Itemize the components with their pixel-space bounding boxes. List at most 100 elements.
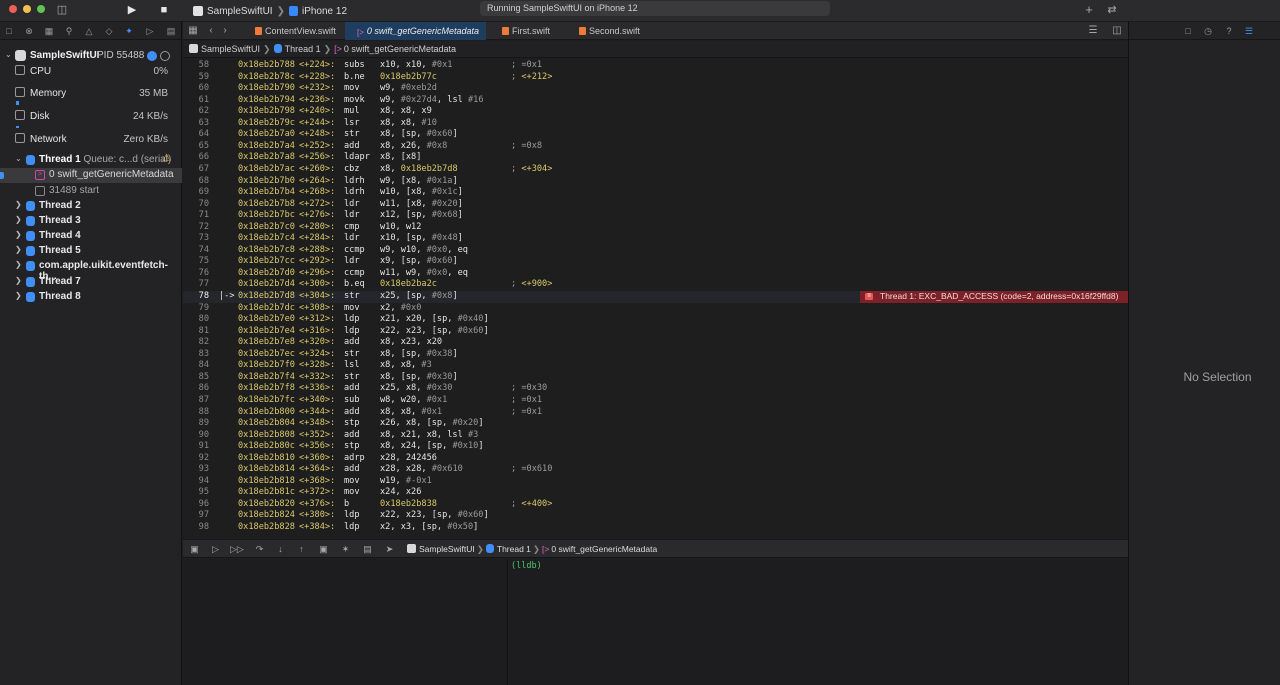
disassembly-line[interactable]: 84 0x18eb2b7f0 <+328>: lsl x8, x8, #3 xyxy=(183,360,1128,372)
line-number[interactable]: 73 xyxy=(183,233,209,245)
tab-first[interactable]: First.swift xyxy=(490,22,566,40)
source-control-icon[interactable]: ⊗ xyxy=(22,24,36,38)
thread-row[interactable]: ❯ Thread 5 xyxy=(0,244,182,259)
chevron-right-icon[interactable]: ❯ xyxy=(15,260,22,269)
step-into-icon[interactable]: ↓ xyxy=(274,543,287,555)
disassembly-line[interactable]: 95 0x18eb2b81c <+372>: mov x24, x26 xyxy=(183,487,1128,499)
breakpoints-toggle-icon[interactable]: ▷ xyxy=(209,543,222,555)
stack-frame-row[interactable]: >0 swift_getGenericMetadata xyxy=(0,168,182,183)
thread-row[interactable]: ❯ com.apple.uikit.eventfetch-th... xyxy=(0,259,182,282)
line-number[interactable]: 89 xyxy=(183,418,209,430)
line-number[interactable]: 68 xyxy=(183,176,209,188)
console-view[interactable]: (lldb) xyxy=(509,559,1128,685)
line-number[interactable]: 74 xyxy=(183,245,209,257)
line-number[interactable]: 66 xyxy=(183,152,209,164)
file-inspector-icon[interactable]: □ xyxy=(1181,24,1195,38)
grid-icon[interactable]: ▦ xyxy=(185,23,201,39)
line-number[interactable]: 93 xyxy=(183,464,209,476)
line-number[interactable]: 83 xyxy=(183,349,209,361)
gauge-memory[interactable]: Memory 35 MB xyxy=(0,85,182,105)
step-out-icon[interactable]: ↑ xyxy=(295,543,308,555)
line-number[interactable]: 82 xyxy=(183,337,209,349)
close-window-button[interactable] xyxy=(9,5,17,13)
gauge-cpu[interactable]: CPU 0% xyxy=(0,63,182,83)
line-number[interactable]: 95 xyxy=(183,487,209,499)
process-row[interactable]: ⌄ SampleSwiftUI PID 55488 xyxy=(0,48,182,64)
line-number[interactable]: 88 xyxy=(183,407,209,419)
line-number[interactable]: 64 xyxy=(183,129,209,141)
line-number[interactable]: 60 xyxy=(183,83,209,95)
folder-icon[interactable]: □ xyxy=(2,24,16,38)
chevron-right-icon[interactable]: ❯ xyxy=(15,200,22,209)
disassembly-line[interactable]: 69 0x18eb2b7b4 <+268>: ldrh w10, [x8, #0x1c] xyxy=(183,187,1128,199)
chevron-right-icon[interactable]: ❯ xyxy=(15,215,22,224)
line-number[interactable]: 85 xyxy=(183,372,209,384)
thread-row[interactable]: ❯ Thread 2 xyxy=(0,199,182,214)
disassembly-line[interactable]: 59 0x18eb2b78c <+228>: b.ne 0x18eb2b77c ; <+2… xyxy=(183,72,1128,84)
line-number[interactable]: 97 xyxy=(183,510,209,522)
disassembly-line[interactable]: 58 0x18eb2b788 <+224>: subs x10, x10, #0x1 ; … xyxy=(183,60,1128,72)
line-number[interactable]: 65 xyxy=(183,141,209,153)
disassembly-line[interactable]: 94 0x18eb2b818 <+368>: mov w19, #-0x1 xyxy=(183,476,1128,488)
disassembly-line[interactable]: 86 0x18eb2b7f8 <+336>: add x25, x8, #0x30 ; =… xyxy=(183,383,1128,395)
chevron-right-icon[interactable]: ❯ xyxy=(15,291,22,300)
add-icon[interactable]: + xyxy=(1081,2,1097,18)
debugbar-frame[interactable]: 0 swift_getGenericMetadata xyxy=(551,544,657,554)
jumpbar-thread[interactable]: Thread 1 xyxy=(285,44,321,54)
search-icon[interactable]: ⚲ xyxy=(62,24,76,38)
disassembly-line[interactable]: 68 0x18eb2b7b0 <+264>: ldrh w9, [x8, #0x1a] xyxy=(183,176,1128,188)
breakpoint-icon[interactable]: ▷ xyxy=(143,24,157,38)
disassembly-line[interactable]: 64 0x18eb2b7a0 <+248>: str x8, [sp, #0x60] xyxy=(183,129,1128,141)
disassembly-line[interactable]: 70 0x18eb2b7b8 <+272>: ldr w11, [x8, #0x20] xyxy=(183,199,1128,211)
line-number[interactable]: 70 xyxy=(183,199,209,211)
line-number[interactable]: 71 xyxy=(183,210,209,222)
layout-toggle-icon[interactable]: ⇄ xyxy=(1104,2,1120,18)
tab-second[interactable]: Second.swift xyxy=(567,22,653,40)
line-number[interactable]: 67 xyxy=(183,164,209,176)
disassembly-line[interactable]: 85 0x18eb2b7f4 <+332>: str x8, [sp, #0x30] xyxy=(183,372,1128,384)
stack-frame-row[interactable]: 31489 start xyxy=(0,184,182,199)
memory-graph-icon[interactable]: ✶ xyxy=(339,543,352,555)
line-number[interactable]: 81 xyxy=(183,326,209,338)
debugbar-app[interactable]: SampleSwiftUI xyxy=(419,544,475,554)
line-number[interactable]: 96 xyxy=(183,499,209,511)
line-number[interactable]: 92 xyxy=(183,453,209,465)
minimize-window-button[interactable] xyxy=(23,5,31,13)
line-number[interactable]: 87 xyxy=(183,395,209,407)
disassembly-line[interactable]: 97 0x18eb2b824 <+380>: ldp x22, x23, [sp, #0… xyxy=(183,510,1128,522)
jumpbar-app[interactable]: SampleSwiftUI xyxy=(201,44,260,54)
test-icon[interactable]: ◇ xyxy=(102,24,116,38)
disassembly-line[interactable]: 60 0x18eb2b790 <+232>: mov w9, #0xeb2d xyxy=(183,83,1128,95)
line-number[interactable]: 76 xyxy=(183,268,209,280)
line-number[interactable]: 98 xyxy=(183,522,209,534)
disassembly-line[interactable]: 91 0x18eb2b80c <+356>: stp x8, x24, [sp, #0x… xyxy=(183,441,1128,453)
line-number[interactable]: 69 xyxy=(183,187,209,199)
chevron-down-icon[interactable]: ⌄ xyxy=(15,154,22,163)
disassembly-line[interactable]: 73 0x18eb2b7c4 <+284>: ldr x10, [sp, #0x48] xyxy=(183,233,1128,245)
disassembly-line[interactable]: 75 0x18eb2b7cc <+292>: ldr x9, [sp, #0x60] xyxy=(183,256,1128,268)
disassembly-line[interactable]: 96 0x18eb2b820 <+376>: b 0x18eb2b838 ; <+400> xyxy=(183,499,1128,511)
tab-disassembly[interactable]: [> 0 swift_getGenericMetadata xyxy=(345,22,486,40)
continue-icon[interactable]: ▷▷ xyxy=(230,543,244,555)
disassembly-line[interactable]: 78 0x18eb2b7d8 <+304>: str x25, [sp, #0x8] |-… xyxy=(183,291,1128,303)
hide-debug-area-icon[interactable]: ▣ xyxy=(188,543,201,555)
disassembly-line[interactable]: 89 0x18eb2b804 <+348>: stp x26, x8, [sp, #0x… xyxy=(183,418,1128,430)
line-number[interactable]: 61 xyxy=(183,95,209,107)
thread-row[interactable]: ❯ Thread 3 xyxy=(0,214,182,229)
disassembly-line[interactable]: 72 0x18eb2b7c0 <+280>: cmp w10, w12 xyxy=(183,222,1128,234)
crash-annotation[interactable]: ≡ Thread 1: EXC_BAD_ACCESS (code=2, addre… xyxy=(860,291,1128,303)
disassembly-line[interactable]: 77 0x18eb2b7d4 <+300>: b.eq 0x18eb2ba2c ; <+9… xyxy=(183,279,1128,291)
editor-options-icon[interactable]: ☰ xyxy=(1085,23,1101,39)
chevron-right-icon[interactable]: ❯ xyxy=(15,230,22,239)
location-icon[interactable]: ➤ xyxy=(383,543,396,555)
split-editor-icon[interactable]: ◫ xyxy=(1109,23,1125,39)
disassembly-view[interactable]: 58 0x18eb2b788 <+224>: subs x10, x10, #0x1 ; … xyxy=(183,60,1128,538)
variables-view[interactable] xyxy=(183,559,508,685)
chevron-right-icon[interactable]: ❯ xyxy=(15,245,22,254)
disassembly-line[interactable]: 81 0x18eb2b7e4 <+316>: ldp x22, x23, [sp, #0… xyxy=(183,326,1128,338)
chevron-down-icon[interactable]: ⌄ xyxy=(5,50,12,59)
line-number[interactable]: 91 xyxy=(183,441,209,453)
jumpbar-frame[interactable]: 0 swift_getGenericMetadata xyxy=(344,44,456,54)
stop-button[interactable]: ■ xyxy=(156,2,172,18)
gauge-disk[interactable]: Disk 24 KB/s xyxy=(0,108,182,128)
